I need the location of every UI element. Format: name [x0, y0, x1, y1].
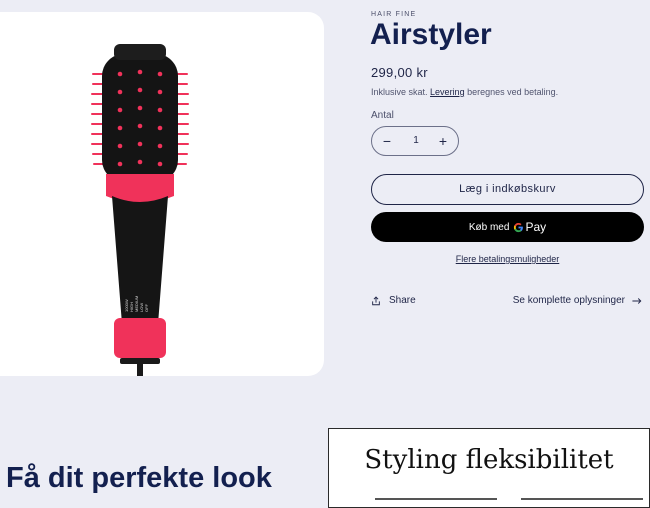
product-price: 299,00 kr [371, 65, 428, 80]
product-vendor: HAIR FINE [371, 11, 417, 18]
tax-note-suffix: beregnes ved betaling. [467, 87, 559, 97]
google-pay-button[interactable]: Køb med Pay [371, 212, 644, 242]
gpay-prefix: Køb med [468, 221, 510, 233]
full-details-link[interactable]: Se komplette oplysninger [513, 295, 642, 306]
full-details-label: Se komplette oplysninger [512, 295, 625, 306]
tax-note: Inklusive skat. Levering beregnes ved be… [371, 87, 558, 97]
quantity-increase-button[interactable]: + [434, 133, 452, 149]
brush-label-4: OFF [144, 303, 149, 312]
shipping-link[interactable]: Levering [430, 87, 465, 97]
more-payment-options-link[interactable]: Flere betalingsmuligheder [371, 254, 644, 264]
product-image-card[interactable]: 1000W HIGH MEDIUM LOW OFF [0, 12, 324, 376]
tax-note-prefix: Inklusive skat. [371, 87, 428, 97]
quantity-stepper: − 1 + [371, 126, 459, 156]
arrow-right-icon [632, 297, 642, 304]
feature-title: Styling fleksibilitet [364, 445, 614, 475]
add-to-cart-button[interactable]: Læg i indkøbskurv [371, 174, 644, 205]
share-icon [372, 295, 380, 305]
hair-brush-image: 1000W HIGH MEDIUM LOW OFF [91, 44, 189, 376]
feature-card: Styling fleksibilitet [328, 428, 650, 508]
product-title: Airstyler [370, 18, 492, 51]
google-pay-logo: Pay [513, 220, 546, 234]
quantity-label: Antal [371, 110, 394, 121]
quantity-decrease-button[interactable]: − [378, 133, 396, 149]
share-button[interactable]: Share [371, 295, 416, 306]
section-headline: Få dit perfekte look [6, 462, 272, 494]
google-g-icon [514, 222, 524, 232]
quantity-input[interactable]: 1 [402, 135, 430, 146]
share-label: Share [389, 295, 416, 306]
gpay-brand: Pay [525, 220, 547, 234]
